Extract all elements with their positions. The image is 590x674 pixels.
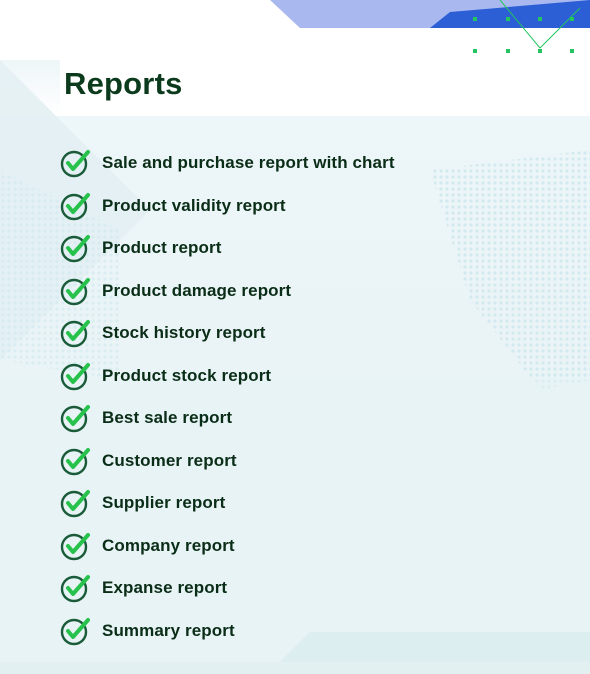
list-item-label: Summary report (102, 620, 235, 640)
page-title: Reports (64, 66, 183, 101)
list-item-label: Product validity report (102, 195, 286, 215)
list-item: Product stock report (60, 355, 395, 398)
check-circle-icon (60, 362, 90, 390)
list-item-label: Company report (102, 535, 235, 555)
list-item: Expanse report (60, 567, 395, 610)
list-item-label: Supplier report (102, 493, 226, 513)
list-item-label: Expanse report (102, 578, 228, 598)
list-item: Company report (60, 525, 395, 568)
check-circle-icon (60, 320, 90, 348)
list-item: Product report (60, 227, 395, 270)
check-circle-icon (60, 447, 90, 475)
list-item-label: Sale and purchase report with chart (102, 153, 395, 173)
list-item-label: Product damage report (102, 280, 292, 300)
list-item: Summary report (60, 610, 395, 653)
list-item-label: Stock history report (102, 323, 266, 343)
list-item: Product validity report (60, 185, 395, 228)
check-circle-icon (60, 575, 90, 603)
list-item-label: Product stock report (102, 365, 272, 385)
list-item-label: Product report (102, 238, 222, 258)
list-item: Customer report (60, 440, 395, 483)
check-circle-icon (60, 150, 90, 178)
list-item-label: Customer report (102, 450, 237, 470)
check-circle-icon (60, 277, 90, 305)
list-item: Product damage report (60, 270, 395, 313)
report-list: Sale and purchase report with chart Prod… (60, 142, 395, 652)
check-circle-icon (60, 617, 90, 645)
list-item: Supplier report (60, 482, 395, 525)
bottom-strip (0, 662, 590, 674)
list-item: Stock history report (60, 312, 395, 355)
list-item: Sale and purchase report with chart (60, 142, 395, 185)
check-circle-icon (60, 192, 90, 220)
list-item: Best sale report (60, 397, 395, 440)
list-item-label: Best sale report (102, 408, 233, 428)
bg-chevron-shape-right (430, 150, 590, 390)
check-circle-icon (60, 532, 90, 560)
check-circle-icon (60, 405, 90, 433)
check-circle-icon (60, 490, 90, 518)
check-circle-icon (60, 235, 90, 263)
